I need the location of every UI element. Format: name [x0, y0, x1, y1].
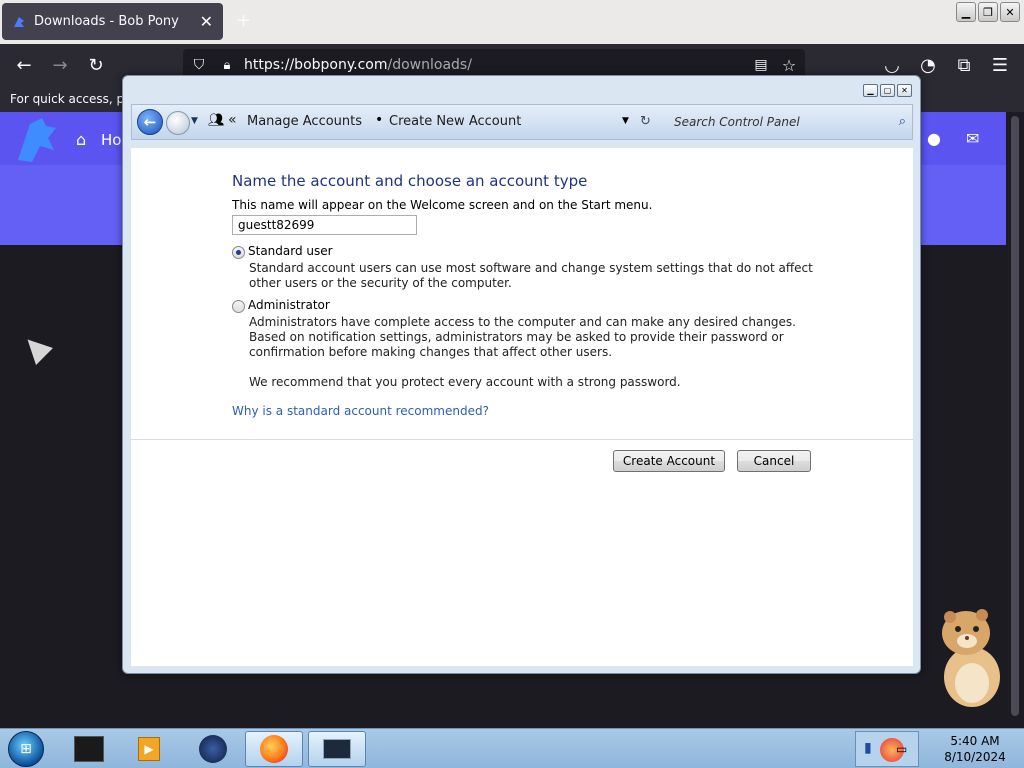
search-control-panel-input[interactable]: Search Control Panel ⌕ [670, 109, 908, 135]
search-placeholder: Search Control Panel [674, 115, 800, 129]
administrator-description: Administrators have complete access to t… [249, 315, 796, 359]
github-icon[interactable]: ● [927, 129, 941, 148]
taskbar-firefox-icon[interactable] [245, 731, 303, 767]
reader-view-icon[interactable]: ▤ [749, 53, 773, 77]
breadcrumb-overflow-icon[interactable]: « [228, 112, 237, 128]
history-dropdown-icon[interactable]: ▼ [191, 116, 198, 126]
cancel-button[interactable]: Cancel [737, 450, 811, 472]
window-controls: ▁ ❐ ✕ [956, 2, 1020, 22]
dialog-content-pane: Name the account and choose an account t… [131, 148, 913, 666]
mail-icon[interactable]: ✉ [966, 129, 979, 148]
breadcrumb-separator-icon[interactable]: • [375, 112, 383, 128]
pocket-icon[interactable]: ◡ [880, 53, 904, 77]
new-tab-icon[interactable]: + [236, 10, 251, 31]
forward-button-icon[interactable] [166, 111, 190, 135]
standard-user-description: Standard account users can use most soft… [249, 261, 813, 290]
reload-icon[interactable]: ↻ [84, 53, 108, 77]
taskbar-globe-icon[interactable] [184, 731, 242, 767]
hamster-desktop-pet[interactable] [930, 605, 1008, 710]
dialog-maximize-icon[interactable]: ▢ [880, 84, 895, 97]
shield-icon[interactable]: ⛉ [187, 53, 211, 77]
dialog-window-controls: ▁ ▢ ✕ [863, 84, 912, 97]
refresh-icon[interactable]: ↻ [640, 114, 651, 129]
name-instructions: This name will appear on the Welcome scr… [232, 198, 653, 212]
dialog-close-icon[interactable]: ✕ [897, 84, 912, 97]
back-arrow-icon[interactable]: ← [12, 53, 36, 77]
standard-user-radio[interactable] [232, 246, 245, 259]
clock-time: 5:40 AM [950, 734, 1000, 748]
dialog-minimize-icon[interactable]: ▁ [863, 84, 878, 97]
tab-title: Downloads - Bob Pony [34, 14, 179, 29]
close-tab-icon[interactable]: ✕ [200, 12, 213, 31]
create-account-button[interactable]: Create Account [613, 450, 725, 472]
lock-icon[interactable]: 🔒︎ [215, 53, 239, 77]
create-account-window: ▁ ▢ ✕ ← ▼ 👥︎ « Manage Accounts • Create … [122, 75, 921, 674]
bobpony-favicon-icon [14, 16, 24, 27]
start-button-icon[interactable]: ⊞ [8, 731, 44, 767]
menu-icon[interactable]: ☰ [988, 53, 1012, 77]
taskbar-terminal-icon[interactable] [60, 731, 118, 767]
forward-arrow-icon[interactable]: → [48, 53, 72, 77]
back-button-icon[interactable]: ← [137, 109, 163, 135]
control-panel-icon: 👥︎ [208, 113, 225, 128]
taskbar-media-player-icon[interactable]: ▶ [120, 731, 178, 767]
standard-user-label[interactable]: Standard user [248, 244, 333, 258]
administrator-label[interactable]: Administrator [248, 298, 330, 312]
tray-display-icon[interactable]: ▭ [896, 742, 907, 756]
page-scroll-thumb[interactable] [1011, 116, 1019, 716]
browser-tab-bar: Downloads - Bob Pony ✕ + ▁ ❐ ✕ [0, 0, 1024, 44]
address-dropdown-icon[interactable]: ▼ [622, 116, 629, 126]
account-icon[interactable]: ◔ [916, 53, 940, 77]
taskbar-clock[interactable]: 5:40 AM 8/10/2024 [935, 733, 1015, 765]
search-icon[interactable]: ⌕ [899, 114, 906, 129]
account-name-input[interactable] [232, 215, 417, 235]
page-title: Name the account and choose an account t… [232, 172, 588, 190]
bookmark-star-icon[interactable]: ☆ [777, 53, 801, 77]
breadcrumb-manage-accounts[interactable]: Manage Accounts [247, 114, 362, 129]
close-window-icon[interactable]: ✕ [1000, 2, 1020, 22]
restore-icon[interactable]: ❐ [978, 2, 998, 22]
extensions-icon[interactable]: ⧉ [952, 53, 976, 77]
taskbar-control-panel-icon[interactable] [308, 731, 366, 767]
system-tray: ▮ ▭ [855, 731, 919, 767]
site-logo-icon[interactable] [12, 116, 64, 166]
password-recommendation: We recommend that you protect every acco… [249, 375, 681, 389]
home-icon[interactable]: ⌂ [76, 130, 86, 149]
tray-network-icon[interactable]: ▮ [864, 740, 872, 756]
why-standard-account-link[interactable]: Why is a standard account recommended? [232, 404, 489, 418]
taskbar: ⊞ ▶ ▮ ▭ 5:40 AM 8/10/2024 [0, 728, 1024, 768]
minimize-icon[interactable]: ▁ [956, 2, 976, 22]
home-nav-label[interactable]: Ho [101, 131, 121, 149]
clock-date: 8/10/2024 [944, 750, 1006, 764]
explorer-address-toolbar: ← ▼ 👥︎ « Manage Accounts • Create New Ac… [131, 104, 913, 140]
administrator-radio[interactable] [232, 300, 245, 313]
url-text: https://bobpony.com/downloads/ [244, 57, 472, 73]
breadcrumb-create-new-account[interactable]: Create New Account [389, 114, 521, 129]
browser-tab[interactable]: Downloads - Bob Pony ✕ [2, 3, 223, 40]
content-divider [131, 439, 913, 440]
